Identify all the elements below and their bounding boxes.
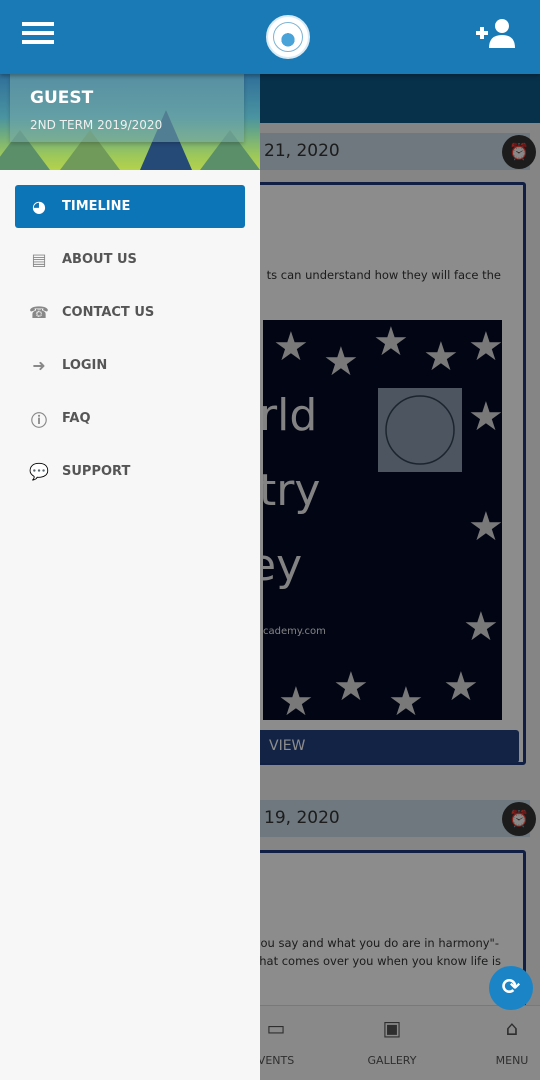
drawer-banner: GUEST 2ND TERM 2019/2020 bbox=[0, 74, 260, 170]
phone-icon: ☎ bbox=[29, 303, 49, 322]
menu-label: LOGIN bbox=[62, 358, 108, 373]
menu-item-faq[interactable]: ⓘ FAQ bbox=[15, 397, 245, 440]
menu-item-login[interactable]: ➜ LOGIN bbox=[15, 344, 245, 387]
menu-label: SUPPORT bbox=[62, 464, 131, 479]
side-drawer: GUEST 2ND TERM 2019/2020 ◕ TIMELINE ▤ ABOU… bbox=[0, 74, 260, 1080]
user-name: GUEST bbox=[30, 88, 94, 108]
menu-item-timeline[interactable]: ◕ TIMELINE bbox=[15, 185, 245, 228]
hamburger-icon[interactable] bbox=[22, 22, 54, 44]
app-header bbox=[0, 0, 540, 74]
menu-label: CONTACT US bbox=[62, 305, 155, 320]
menu-item-support[interactable]: 💬 SUPPORT bbox=[15, 450, 245, 493]
user-plus-icon[interactable] bbox=[476, 18, 516, 48]
term-label: 2ND TERM 2019/2020 bbox=[30, 118, 163, 132]
refresh-icon[interactable]: ⟳ bbox=[489, 966, 533, 1010]
menu-label: FAQ bbox=[62, 411, 91, 426]
info-icon: ⓘ bbox=[30, 410, 47, 430]
menu-item-about-us[interactable]: ▤ ABOUT US bbox=[15, 238, 245, 281]
user-info: GUEST 2ND TERM 2019/2020 bbox=[10, 74, 244, 142]
school-logo bbox=[266, 15, 310, 59]
id-card-icon: ▤ bbox=[31, 250, 47, 269]
tachometer-icon: ◕ bbox=[32, 197, 46, 216]
menu-label: ABOUT US bbox=[62, 252, 137, 267]
sign-in-icon: ➜ bbox=[32, 356, 46, 375]
menu-item-contact-us[interactable]: ☎ CONTACT US bbox=[15, 291, 245, 334]
comments-icon: 💬 bbox=[29, 462, 49, 481]
menu-label: TIMELINE bbox=[62, 199, 131, 214]
drawer-menu: ◕ TIMELINE ▤ ABOUT US ☎ CONTACT US ➜ LOGIN ⓘ… bbox=[0, 170, 260, 493]
